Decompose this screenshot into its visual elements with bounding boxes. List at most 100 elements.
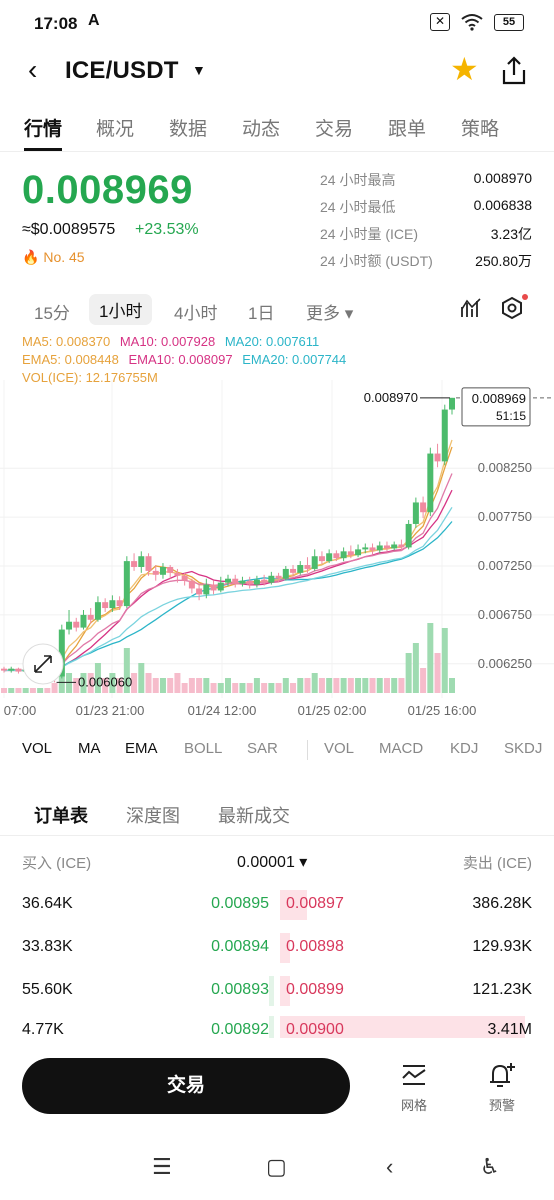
volume-bar xyxy=(297,678,304,693)
stat-label: 24 小时额 (USDT) xyxy=(320,253,433,269)
candle-body xyxy=(123,561,130,607)
tab-trade[interactable]: 交易 xyxy=(315,114,353,141)
home-icon[interactable]: ▢ xyxy=(266,1154,287,1180)
ind-boll[interactable]: BOLL xyxy=(184,740,222,757)
legend-line-ma: MA5: 0.008370 MA10: 0.007928 MA20: 0.007… xyxy=(22,333,352,351)
precision-select[interactable]: 0.00001 ▾ xyxy=(237,852,307,872)
ind-kdj[interactable]: KDJ xyxy=(450,740,478,757)
volume-bar xyxy=(253,678,260,693)
ind-sar[interactable]: SAR xyxy=(247,740,278,757)
volume-bar xyxy=(167,678,174,693)
volume-bar xyxy=(181,683,188,693)
tab-overview[interactable]: 概况 xyxy=(96,114,134,141)
interval-more[interactable]: 更多 ▾ xyxy=(306,299,353,324)
tab-depth[interactable]: 深度图 xyxy=(126,802,180,828)
ema5-line xyxy=(3,439,453,675)
candle-body xyxy=(275,575,282,579)
bid-price: 0.00893 xyxy=(211,981,269,998)
pair-header: ‹ ICE/USDT ▼ ★ xyxy=(0,48,554,96)
grid-label: 网格 xyxy=(400,1098,427,1113)
ind-macd[interactable]: MACD xyxy=(379,740,423,757)
candle-body xyxy=(318,556,325,562)
last-price: 0.008969 xyxy=(22,168,193,212)
interval-1h[interactable]: 1小时 xyxy=(89,294,153,325)
indicator-legend: MA5: 0.008370 MA10: 0.007928 MA20: 0.007… xyxy=(22,333,352,387)
caret-down-icon[interactable]: ▼ xyxy=(192,62,206,78)
interval-1d[interactable]: 1日 xyxy=(248,299,274,324)
candle-body xyxy=(398,544,405,548)
volume-bar xyxy=(22,688,29,693)
volume-bar xyxy=(412,643,419,693)
ind-ma[interactable]: MA xyxy=(78,740,101,757)
ind-skdj[interactable]: SKDJ xyxy=(504,740,542,757)
candle-body xyxy=(261,579,268,583)
ask-price: 0.00898 xyxy=(286,938,344,955)
orderbook-row[interactable]: 33.83K 0.00894 0.00898 129.93K xyxy=(0,933,554,963)
stat-value: 0.006838 xyxy=(473,197,532,213)
candle-body xyxy=(434,453,441,462)
tab-orderbook[interactable]: 订单表 xyxy=(34,802,88,828)
back-icon[interactable]: ‹ xyxy=(386,1154,393,1180)
volume-bar xyxy=(37,688,44,693)
candle-body xyxy=(8,668,15,671)
tab-strategy[interactable]: 策略 xyxy=(461,114,499,141)
volume-bar xyxy=(29,688,36,693)
interval-4h[interactable]: 4小时 xyxy=(174,299,217,324)
divider xyxy=(307,740,308,760)
no-sim-icon: ✕ xyxy=(430,13,450,31)
menu-icon[interactable]: ☰ xyxy=(152,1154,172,1180)
volume-bar xyxy=(232,683,239,693)
favorite-star-icon[interactable]: ★ xyxy=(450,50,479,88)
candle-body xyxy=(210,584,217,591)
candle-body xyxy=(449,397,455,410)
bid-qty: 36.64K xyxy=(22,895,73,912)
ind-ema[interactable]: EMA xyxy=(125,740,158,757)
interval-15m[interactable]: 15分 xyxy=(34,299,70,324)
candle-body xyxy=(217,582,224,591)
wifi-icon xyxy=(461,14,483,31)
back-arrow-icon[interactable]: ‹ xyxy=(28,54,37,86)
tab-market[interactable]: 行情 xyxy=(24,114,62,141)
volume-bar xyxy=(333,678,340,693)
ind-sub-vol[interactable]: VOL xyxy=(324,740,354,757)
y-tick-label: 0.006750 xyxy=(478,607,532,622)
stat-value: 3.23亿 xyxy=(490,226,532,242)
orderbook-tabs: 订单表 深度图 最新成交 xyxy=(0,800,554,836)
alert-button[interactable]: 预警 xyxy=(478,1062,526,1114)
candle-body xyxy=(109,600,116,609)
bid-price: 0.00892 xyxy=(211,1021,269,1038)
ind-vol[interactable]: VOL xyxy=(22,740,52,757)
trade-button[interactable]: 交易 xyxy=(22,1058,350,1114)
orderbook-row[interactable]: 55.60K 0.00893 0.00899 121.23K xyxy=(0,976,554,1006)
legend-ema10: EMA10: 0.008097 xyxy=(128,352,233,367)
tab-news[interactable]: 动态 xyxy=(242,114,280,141)
chart-settings-icon[interactable] xyxy=(500,296,524,320)
candle-body xyxy=(225,578,231,583)
candle-body xyxy=(441,409,448,462)
candlestick-chart[interactable]: 0.008250 0.007750 0.007250 0.006750 0.006250… xyxy=(0,380,554,720)
tab-copy[interactable]: 跟单 xyxy=(388,114,426,141)
bid-qty: 55.60K xyxy=(22,981,73,998)
orderbook-row[interactable]: 36.64K 0.00895 0.00897 386.28K xyxy=(0,890,554,920)
pair-title[interactable]: ICE/USDT xyxy=(65,57,179,85)
tab-data[interactable]: 数据 xyxy=(169,114,207,141)
accessibility-icon[interactable]: ♿ xyxy=(480,1154,500,1180)
status-bar: 17:08 A ✕ 55 xyxy=(0,0,554,48)
x-tick-label: 01/25 16:00 xyxy=(408,703,477,718)
volume-bar xyxy=(138,663,145,693)
tab-trades[interactable]: 最新成交 xyxy=(218,802,290,828)
candle-body xyxy=(253,579,260,585)
candle-body xyxy=(333,553,340,559)
grid-button[interactable]: 网格 xyxy=(390,1062,438,1114)
usd-price: ≈$0.0089575 xyxy=(22,221,116,238)
indicator-chart-icon[interactable] xyxy=(460,297,482,319)
legend-ma5: MA5: 0.008370 xyxy=(22,334,111,349)
candle-body xyxy=(290,568,297,573)
stat-row: 24 小时最高 0.008970 xyxy=(320,170,532,197)
share-icon[interactable] xyxy=(500,56,528,86)
fire-icon: 🔥 xyxy=(22,249,40,265)
volume-bar xyxy=(383,678,390,693)
bid-price: 0.00894 xyxy=(211,938,269,955)
ask-header: 卖出 (ICE) xyxy=(462,855,532,872)
candle-body xyxy=(188,580,195,589)
